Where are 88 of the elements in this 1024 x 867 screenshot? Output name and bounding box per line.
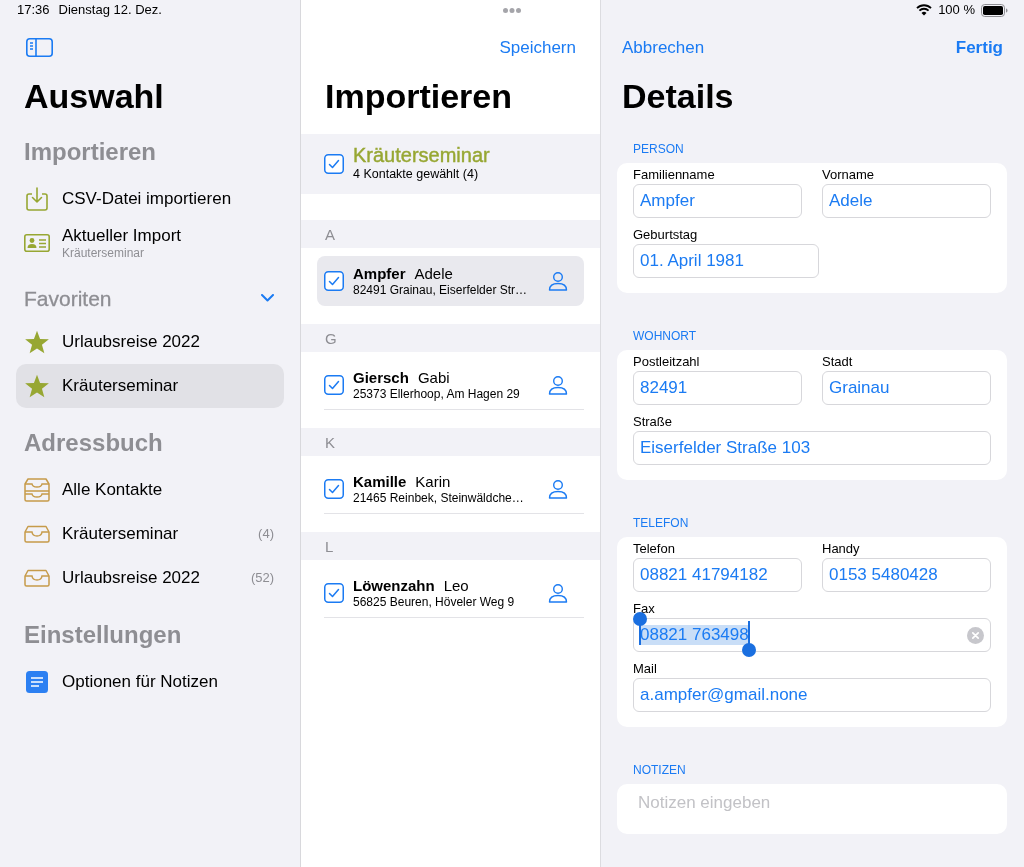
person-icon[interactable] xyxy=(548,479,568,499)
text-field[interactable]: 01. April 1981 xyxy=(633,244,819,278)
field-label: Stadt xyxy=(822,354,853,370)
sidebar-item[interactable]: Alle Kontakte xyxy=(16,468,284,512)
text-field[interactable]: 0153 5480428 xyxy=(822,558,991,592)
section-header: NOTIZEN xyxy=(633,763,686,777)
field-label: Telefon xyxy=(633,541,675,557)
section-title[interactable]: Favoriten xyxy=(24,285,112,311)
letter-header: A xyxy=(301,220,600,248)
section-header: TELEFON xyxy=(633,516,689,530)
sidebar-item[interactable]: Kräuterseminar xyxy=(16,364,284,408)
section-title: Einstellungen xyxy=(24,620,182,649)
sidebar-item[interactable]: Urlaubsreise 2022 xyxy=(16,320,284,364)
page-title: Details xyxy=(621,76,735,117)
text-field[interactable]: Eiserfelder Straße 103 xyxy=(633,431,991,465)
sidebar-item[interactable]: Aktueller Import Kräuterseminar xyxy=(16,221,284,265)
text-field[interactable]: Adele xyxy=(822,184,991,218)
wifi-icon xyxy=(916,4,933,16)
contact-name: Kamille Karin xyxy=(353,472,452,491)
contact-address: 56825 Beuren, Höveler Weg 9 xyxy=(353,594,516,610)
text-field[interactable]: 08821 41794182 xyxy=(633,558,802,592)
status-date: Dienstag 12. Dez. xyxy=(58,2,162,18)
checkbox[interactable] xyxy=(324,271,344,291)
contact-row[interactable]: Giersch Gabi 25373 Ellerhoop, Am Hagen 29 xyxy=(317,360,584,410)
contact-address: 21465 Reinbek, Steinwäldche… xyxy=(353,490,525,506)
contact-address: 25373 Ellerhoop, Am Hagen 29 xyxy=(353,386,521,402)
letter-header: K xyxy=(301,428,600,456)
item-count: (52) xyxy=(250,570,274,586)
letter-header: G xyxy=(301,324,600,352)
page-title: Auswahl xyxy=(23,76,165,117)
cancel-button[interactable]: Abbrechen xyxy=(622,36,705,58)
save-button[interactable]: Speichern xyxy=(499,36,576,58)
contact-name: Ampfer Adele xyxy=(353,264,454,283)
contact-row[interactable]: Ampfer Adele 82491 Grainau, Eiserfelder Str… xyxy=(317,256,584,306)
sidebar-item[interactable]: Urlaubsreise 2022 (52) xyxy=(16,556,284,600)
sidebar-icon[interactable] xyxy=(26,37,53,57)
download-icon xyxy=(26,187,48,211)
person-icon[interactable] xyxy=(548,271,568,291)
sidebar-item[interactable]: CSV-Datei importieren xyxy=(16,177,284,221)
checkbox[interactable] xyxy=(324,583,344,603)
text-field[interactable]: Ampfer xyxy=(633,184,802,218)
field-label: Geburtstag xyxy=(633,227,698,243)
field-label: Mail xyxy=(633,661,657,677)
star-icon xyxy=(24,374,50,398)
sidebar-item[interactable]: Kräuterseminar (4) xyxy=(16,512,284,556)
field-label: Straße xyxy=(633,414,672,430)
field-label: Fax xyxy=(633,601,655,617)
contact-name: Giersch Gabi xyxy=(353,368,451,387)
person-icon[interactable] xyxy=(548,583,568,603)
section-title: Adressbuch xyxy=(24,428,163,457)
field-label: Postleitzahl xyxy=(633,354,700,370)
text-field[interactable]: a.ampfer@gmail.none xyxy=(633,678,991,712)
group-title: Kräuterseminar xyxy=(353,144,490,167)
section-title: Importieren xyxy=(24,137,157,166)
text-field[interactable]: Grainau xyxy=(822,371,991,405)
checkbox[interactable] xyxy=(324,375,344,395)
section-header: PERSON xyxy=(633,142,684,156)
text-field[interactable]: 08821 763498 xyxy=(633,618,991,652)
star-icon xyxy=(24,330,50,354)
field-label: Handy xyxy=(822,541,860,557)
text-field[interactable]: 82491 xyxy=(633,371,802,405)
contact-card-icon xyxy=(24,234,50,252)
battery-percentage: 100 % xyxy=(938,2,975,18)
sidebar-item[interactable]: Optionen für Notizen xyxy=(16,660,284,704)
done-button[interactable]: Fertig xyxy=(955,36,1003,58)
chevron-down-icon[interactable] xyxy=(261,294,274,302)
battery-icon xyxy=(981,3,1008,17)
group-subtitle: 4 Kontakte gewählt (4) xyxy=(353,167,480,182)
contact-address: 82491 Grainau, Eiserfelder Str… xyxy=(353,282,529,298)
field-label: Vorname xyxy=(822,167,875,183)
field-label: Familienname xyxy=(633,167,715,183)
contact-name: Löwenzahn Leo xyxy=(353,576,470,595)
more-dots-icon[interactable] xyxy=(503,7,521,13)
tray-icon xyxy=(24,525,50,543)
tray-stack-icon xyxy=(24,478,50,502)
item-count: (4) xyxy=(258,526,274,542)
document-icon xyxy=(26,671,48,693)
section-header: WOHNORT xyxy=(633,329,697,343)
item-subtitle: Kräuterseminar xyxy=(62,246,146,260)
tray-icon xyxy=(24,569,50,587)
checkbox[interactable] xyxy=(324,154,344,174)
status-time: 17:36 xyxy=(17,2,50,18)
contact-row[interactable]: Kamille Karin 21465 Reinbek, Steinwäldche… xyxy=(317,464,584,514)
contact-row[interactable]: Löwenzahn Leo 56825 Beuren, Höveler Weg 9 xyxy=(317,568,584,618)
page-title: Importieren xyxy=(324,76,514,117)
letter-header: L xyxy=(301,532,600,560)
person-icon[interactable] xyxy=(548,375,568,395)
checkbox[interactable] xyxy=(324,479,344,499)
